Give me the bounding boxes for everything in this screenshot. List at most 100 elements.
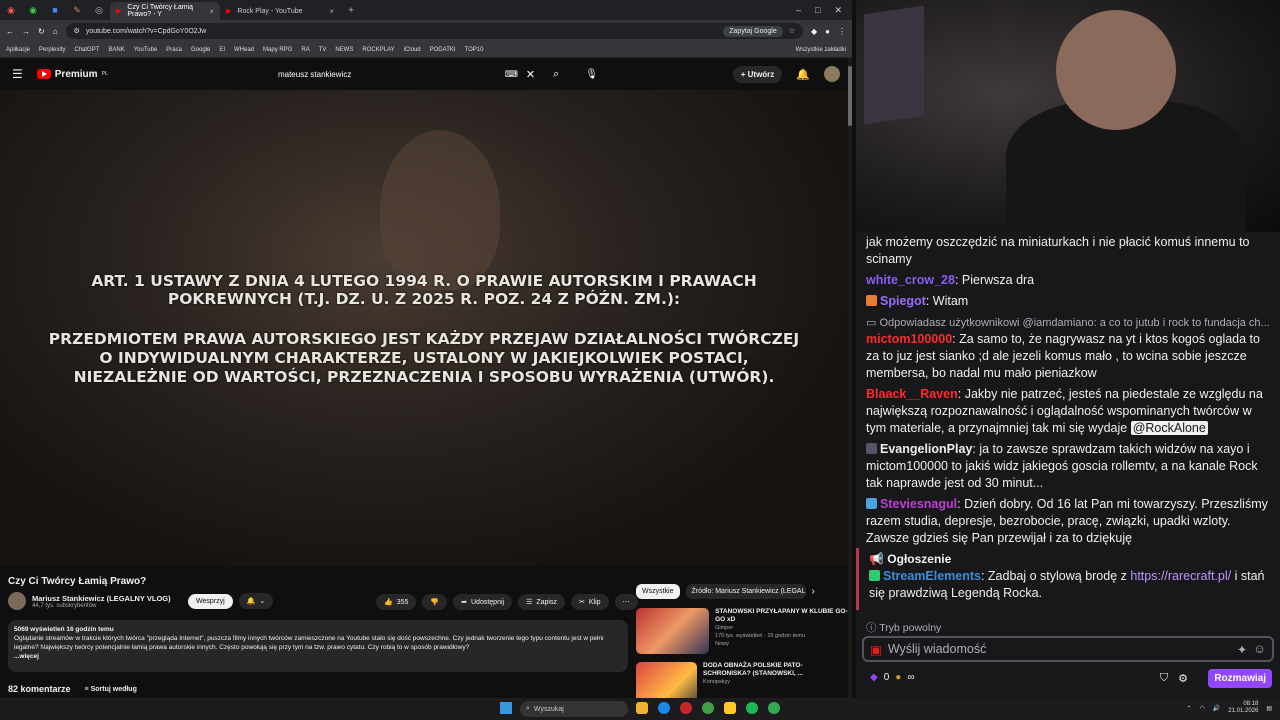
search-input[interactable]: mateusz stankiewicz [278, 70, 497, 79]
shield-icon[interactable]: ⛉ [1160, 672, 1168, 685]
ask-google-button[interactable]: Zapytaj Google [723, 25, 783, 37]
maximize-icon[interactable]: □ [815, 5, 820, 16]
save-button[interactable]: ☰ Zapisz [518, 594, 565, 610]
bookmark-folder[interactable]: Google [191, 47, 210, 53]
bookmark-item[interactable]: ChatGPT [74, 47, 99, 53]
pinned-tab[interactable]: ✎ [66, 0, 88, 20]
tray-expand-icon[interactable]: ⌃ [1187, 705, 1192, 712]
bookmark-item[interactable]: Perplexity [39, 47, 65, 53]
hamburger-menu-icon[interactable]: ☰ [12, 67, 23, 81]
clock[interactable]: 08:18 21.01.2026 [1228, 701, 1258, 715]
chat-username[interactable]: Blaack__Raven [866, 387, 958, 401]
pinned-tab[interactable]: ■ [44, 0, 66, 20]
file-explorer-icon[interactable] [636, 702, 648, 714]
chat-username[interactable]: StreamElements [883, 569, 981, 583]
extension-icon[interactable]: ◆ [811, 27, 817, 36]
url-field[interactable]: ⚙ youtube.com/watch?v=CpdGoY0O2Jw Zapyta… [65, 23, 803, 39]
opera-icon[interactable] [680, 702, 692, 714]
recommended-video[interactable]: STANOWSKI PRZYŁAPANY W KLUBIE GO-GO xD G… [636, 608, 848, 654]
close-icon[interactable]: × [209, 7, 214, 16]
show-more-link[interactable]: ...więcej [14, 652, 622, 661]
clip-button[interactable]: ✂ Klip [570, 594, 609, 610]
chevron-right-icon[interactable]: › [812, 586, 815, 597]
chrome-active-icon[interactable] [768, 702, 780, 714]
recommended-title[interactable]: STANOWSKI PRZYŁAPANY W KLUBIE GO-GO xD [715, 608, 848, 624]
forward-icon[interactable]: → [22, 27, 30, 36]
windows-start-icon[interactable] [500, 702, 512, 714]
video-thumbnail[interactable] [636, 608, 710, 654]
bookmark-folder[interactable]: YouTube [134, 47, 158, 53]
tab-video[interactable]: ▶ Czy Ci Twórcy Łamią Prawo? - Y × [110, 2, 220, 20]
bookmark-folder[interactable]: Praca [166, 47, 182, 53]
chat-username[interactable]: Steviesnagul [880, 497, 957, 511]
emoji-icon[interactable]: ☺ [1253, 642, 1266, 656]
bookmark-folder[interactable]: BANK [108, 47, 124, 53]
notifications-bell-icon[interactable]: 🔔 [796, 68, 810, 81]
like-button[interactable]: 👍 355 [376, 594, 417, 610]
bookmark-item[interactable]: WHead [234, 47, 254, 53]
bookmark-item[interactable]: TOP10 [465, 47, 484, 53]
keyboard-icon[interactable]: ⌨ [505, 69, 518, 80]
menu-icon[interactable]: ⋮ [838, 27, 846, 36]
spotify-icon[interactable] [746, 702, 758, 714]
chat-send-button[interactable]: Rozmawiaj [1208, 669, 1272, 688]
chat-username[interactable]: white_crow_28 [866, 273, 955, 287]
chat-message-input[interactable]: ▣ Wyślij wiadomość ✦ ☺ [862, 636, 1274, 662]
profile-icon[interactable]: ● [825, 27, 830, 36]
page-scrollbar[interactable] [848, 58, 852, 698]
magic-icon[interactable]: ✦ [1237, 642, 1247, 657]
search-icon[interactable]: ⌕ [553, 68, 559, 81]
more-actions-button[interactable]: ⋯ [614, 594, 638, 610]
scrollbar-thumb[interactable] [848, 66, 852, 126]
pinned-tab[interactable]: ◉ [22, 0, 44, 20]
channel-name[interactable]: Mariusz Stankiewicz (LEGALNY VLOG) [32, 594, 182, 603]
recommended-title[interactable]: DODA OBNAŻA POLSKIE PATO-SCHRONISKA? (ST… [703, 662, 848, 678]
sort-button[interactable]: ≡ Sortuj według [85, 686, 137, 693]
chat-username[interactable]: EvangelionPlay [880, 442, 972, 456]
channel-avatar[interactable] [8, 592, 26, 610]
bookmark-folder[interactable]: NEWS [335, 47, 353, 53]
bookmark-folder[interactable]: PODATKI [430, 47, 456, 53]
create-button[interactable]: + Utwórz [732, 65, 783, 83]
announcement-link[interactable]: https://rarecraft.pl/ [1130, 569, 1231, 583]
video-description[interactable]: 5069 wyświetleń 16 godzin temu Oglądanie… [8, 620, 628, 672]
bookmark-folder[interactable]: EI [219, 47, 225, 53]
reply-context[interactable]: ▭ Odpowiadasz użytkownikowi @iamdamiano:… [866, 312, 1270, 329]
bookmark-folder[interactable]: Mapy RPG [263, 47, 292, 53]
support-button[interactable]: Wesprzyj [188, 593, 233, 609]
microphone-icon[interactable]: 🎙 [585, 69, 598, 80]
pinned-tab[interactable]: ◎ [88, 0, 110, 20]
user-avatar[interactable] [824, 66, 840, 82]
close-window-icon[interactable]: ✕ [834, 5, 842, 16]
notifications-icon[interactable]: ▤ [1266, 705, 1272, 712]
close-icon[interactable]: × [329, 7, 334, 16]
tab-rock-play[interactable]: ▶ Rock Play - YouTube × [220, 2, 340, 20]
notes-icon[interactable] [724, 702, 736, 714]
subscription-bell-button[interactable]: 🔔 ⌄ [238, 593, 274, 609]
mention-tag[interactable]: @RockAlone [1130, 421, 1208, 435]
bookmark-item[interactable]: ROCKPLAY [362, 47, 394, 53]
dislike-button[interactable]: 👎 [422, 594, 448, 610]
minimize-icon[interactable]: – [796, 5, 801, 16]
bookmark-item[interactable]: TV [319, 47, 327, 53]
reload-icon[interactable]: ↻ [38, 27, 45, 36]
chip-all[interactable]: Wszystkie [636, 584, 680, 599]
back-icon[interactable]: ← [6, 27, 14, 36]
bookmark-item[interactable]: Aplikacje [6, 47, 30, 53]
chat-username[interactable]: Spiegot [880, 294, 926, 308]
settings-gear-icon[interactable]: ⚙ [1178, 672, 1188, 685]
taskbar-search[interactable]: ⌕ Wyszukaj [520, 701, 628, 717]
volume-icon[interactable]: 🔊 [1213, 705, 1220, 712]
new-tab-button[interactable]: + [340, 0, 362, 20]
clear-search-icon[interactable]: ✕ [526, 68, 535, 81]
bookmark-item[interactable]: RA [301, 47, 309, 53]
bookmark-star-icon[interactable]: ☆ [789, 27, 795, 35]
wifi-icon[interactable]: ◠ [1200, 705, 1205, 712]
bookmark-folder[interactable]: iCloud [404, 47, 421, 53]
search-box[interactable]: mateusz stankiewicz ⌨ ✕ ⌕ 🎙 [278, 63, 598, 85]
all-bookmarks[interactable]: Wszystkie zakładki [796, 47, 846, 53]
chrome-icon[interactable] [702, 702, 714, 714]
youtube-premium-logo[interactable]: Premium PL [36, 69, 108, 80]
share-button[interactable]: ➦ Udostępnij [453, 594, 513, 610]
chip-source[interactable]: Źródło: Mariusz Stankiewicz (LEGALN [685, 584, 806, 599]
